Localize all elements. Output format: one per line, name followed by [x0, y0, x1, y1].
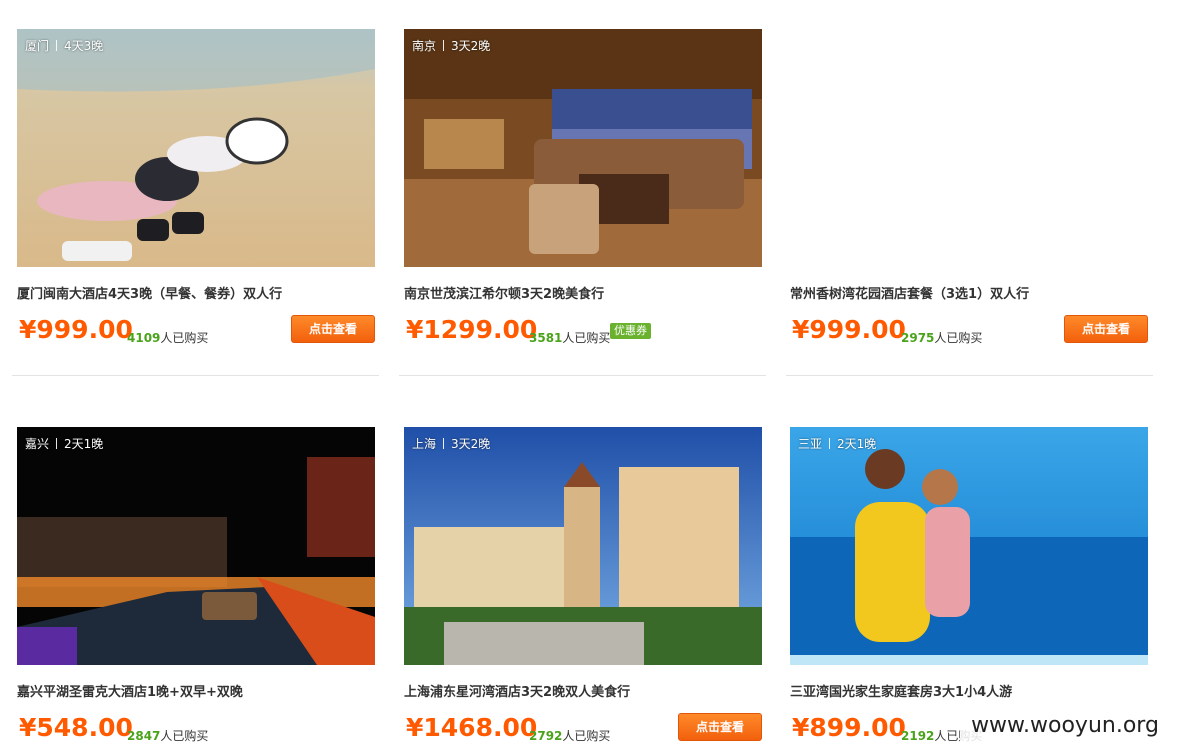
buyer-number: 2792 [529, 729, 563, 743]
buyer-number: 2847 [127, 729, 161, 743]
location-tag: 南京 3天2晚 [404, 29, 498, 63]
buyer-number: 2975 [901, 331, 935, 345]
city-label: 南京 [412, 39, 437, 53]
tag-divider [829, 438, 831, 449]
buyer-count: 3581人已购买 [529, 329, 610, 346]
buyer-count: 2792人已购买 [529, 727, 610, 744]
buyer-suffix: 人已购买 [934, 331, 983, 345]
view-button[interactable]: 点击查看 [1064, 315, 1148, 343]
buyer-suffix: 人已购买 [160, 331, 209, 345]
buyer-count: 4109人已购买 [127, 329, 208, 346]
product-image-night-canal[interactable]: 嘉兴 2天1晚 [17, 427, 375, 665]
product-title[interactable]: 南京世茂滨江希尔顿3天2晚美食行 [404, 283, 604, 302]
row-divider [12, 375, 379, 376]
product-price: ¥548.00 [19, 713, 133, 742]
buyer-count: 2847人已购买 [127, 727, 208, 744]
product-price: ¥1468.00 [406, 713, 538, 742]
coupon-badge[interactable]: 优惠券 [610, 323, 651, 339]
product-image-pool-family[interactable]: 三亚 2天1晚 [790, 427, 1148, 665]
city-label: 嘉兴 [25, 437, 50, 451]
product-title[interactable]: 常州香树湾花园酒店套餐（3选1）双人行 [790, 283, 1029, 302]
tag-divider [56, 438, 58, 449]
row-divider [786, 375, 1153, 376]
buyer-number: 3581 [529, 331, 563, 345]
buyer-number: 2192 [901, 729, 935, 743]
product-price: ¥999.00 [792, 315, 906, 344]
product-image-beach[interactable]: 厦门 4天3晚 [17, 29, 375, 267]
product-price: ¥999.00 [19, 315, 133, 344]
buyer-number: 4109 [127, 331, 161, 345]
product-image-hotel-room[interactable]: 南京 3天2晚 [404, 29, 762, 267]
buyer-suffix: 人已购买 [562, 729, 611, 743]
watermark: www.wooyun.org [960, 702, 1170, 750]
city-label: 三亚 [798, 437, 823, 451]
product-title[interactable]: 嘉兴平湖圣雷克大酒店1晚+双早+双晚 [17, 681, 243, 700]
product-title[interactable]: 上海浦东星河湾酒店3天2晚双人美食行 [404, 681, 630, 700]
city-label: 上海 [412, 437, 437, 451]
duration-label: 4天3晚 [64, 39, 104, 53]
product-title[interactable]: 厦门闽南大酒店4天3晚（早餐、餐券）双人行 [17, 283, 282, 302]
row-divider [399, 375, 766, 376]
buyer-suffix: 人已购买 [562, 331, 611, 345]
view-button[interactable]: 点击查看 [291, 315, 375, 343]
buyer-count: 2975人已购买 [901, 329, 982, 346]
product-price: ¥899.00 [792, 713, 906, 742]
location-tag: 三亚 2天1晚 [790, 427, 884, 461]
location-tag: 嘉兴 2天1晚 [17, 427, 111, 461]
location-tag: 厦门 4天3晚 [17, 29, 111, 63]
duration-label: 3天2晚 [451, 39, 491, 53]
view-button[interactable]: 点击查看 [678, 713, 762, 741]
product-image-hotel-building[interactable]: 上海 3天2晚 [404, 427, 762, 665]
location-tag: 上海 3天2晚 [404, 427, 498, 461]
tag-divider [443, 40, 445, 51]
tag-divider [56, 40, 58, 51]
duration-label: 3天2晚 [451, 437, 491, 451]
duration-label: 2天1晚 [64, 437, 104, 451]
product-price: ¥1299.00 [406, 315, 538, 344]
city-label: 厦门 [25, 39, 50, 53]
duration-label: 2天1晚 [837, 437, 877, 451]
buyer-suffix: 人已购买 [160, 729, 209, 743]
tag-divider [443, 438, 445, 449]
product-title[interactable]: 三亚湾国光家生家庭套房3大1小4人游 [790, 681, 1012, 700]
